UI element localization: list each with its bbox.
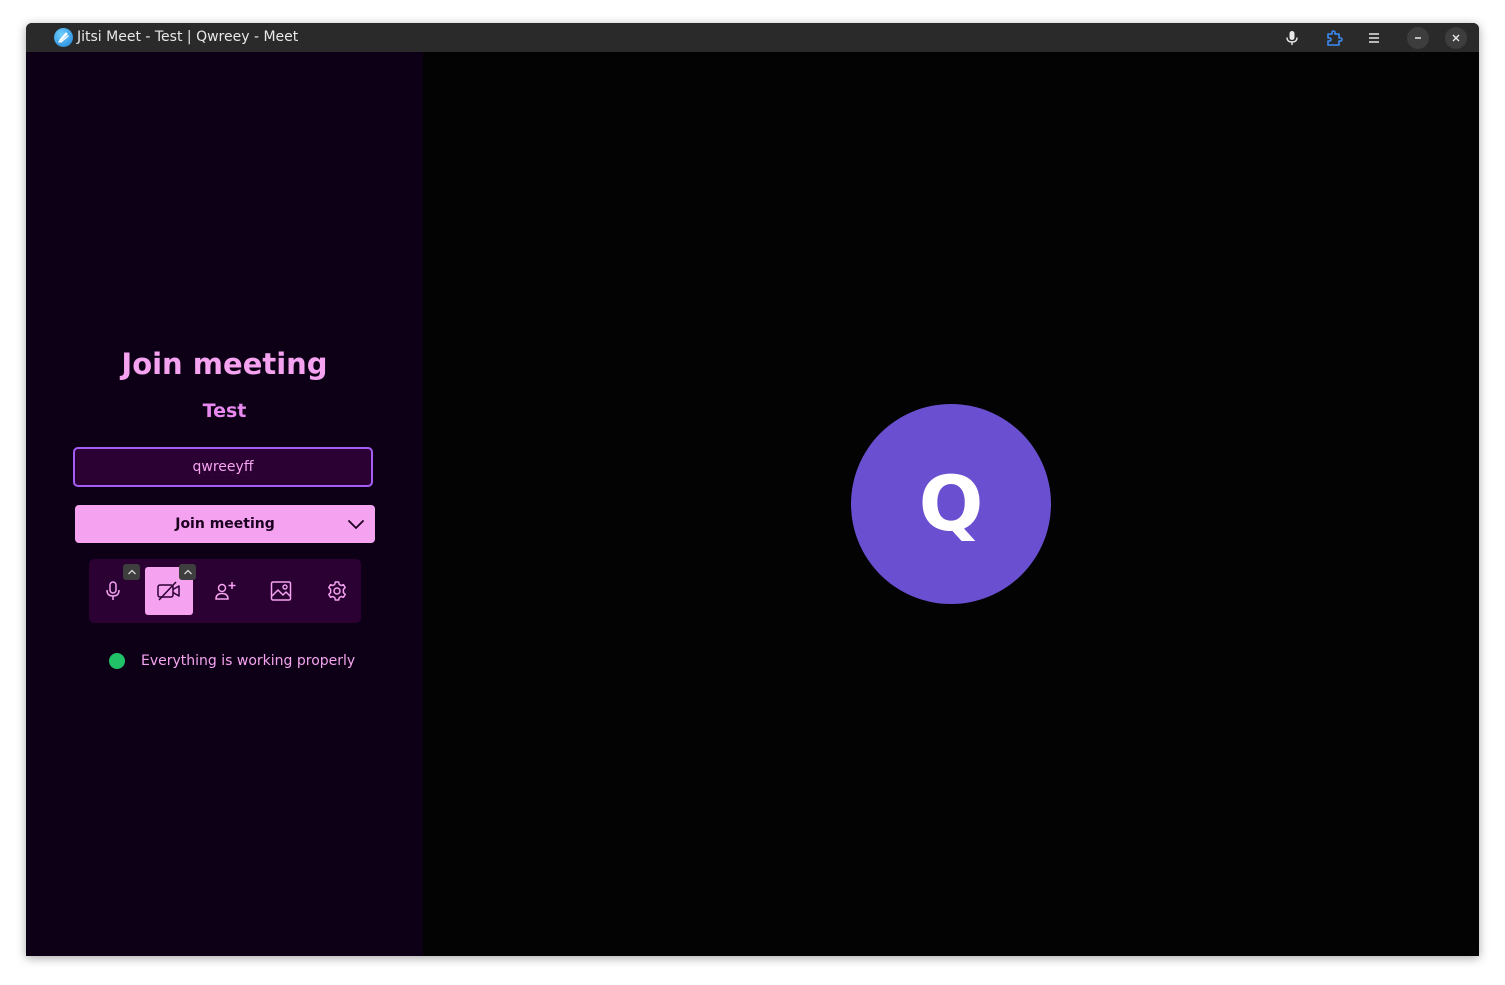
invite-people-button[interactable] — [201, 567, 249, 615]
microphone-icon[interactable] — [1281, 27, 1303, 49]
minimize-button[interactable] — [1407, 27, 1429, 49]
page-title: Join meeting — [121, 347, 328, 381]
status-ok-indicator — [109, 653, 125, 669]
settings-icon — [328, 581, 346, 601]
room-name: Test — [202, 400, 247, 422]
settings-button[interactable] — [313, 567, 361, 615]
invite-people-icon — [215, 582, 236, 600]
audio-settings-caret-icon[interactable] — [123, 564, 140, 580]
minimize-icon — [1415, 37, 1421, 39]
join-meeting-label: Join meeting — [175, 516, 275, 532]
background-image-icon — [270, 581, 292, 601]
menu-icon[interactable] — [1363, 27, 1385, 49]
join-meeting-button[interactable]: Join meeting — [75, 505, 375, 543]
display-name-input[interactable] — [73, 447, 373, 487]
window-title: Jitsi Meet - Test | Qwreey - Meet — [77, 29, 299, 45]
camera-off-icon — [157, 581, 180, 601]
close-icon — [1452, 34, 1460, 42]
title-bar: Jitsi Meet - Test | Qwreey - Meet — [26, 23, 1479, 52]
prejoin-panel: Join meeting Test Join meeting — [26, 52, 423, 956]
avatar: Q — [851, 404, 1051, 604]
prejoin-toolbar — [89, 559, 361, 623]
close-button[interactable] — [1445, 27, 1467, 49]
app-window: Jitsi Meet - Test | Qwreey - Meet Join m… — [26, 23, 1479, 956]
connection-status-text: Everything is working properly — [141, 653, 356, 669]
microphone-icon — [106, 581, 120, 600]
video-preview-area: Q — [423, 52, 1479, 956]
extension-icon[interactable] — [1323, 27, 1345, 49]
join-options-chevron-down-icon[interactable] — [345, 513, 367, 535]
video-settings-caret-icon[interactable] — [179, 564, 196, 580]
select-background-button[interactable] — [257, 567, 305, 615]
app-logo-icon — [54, 28, 73, 47]
